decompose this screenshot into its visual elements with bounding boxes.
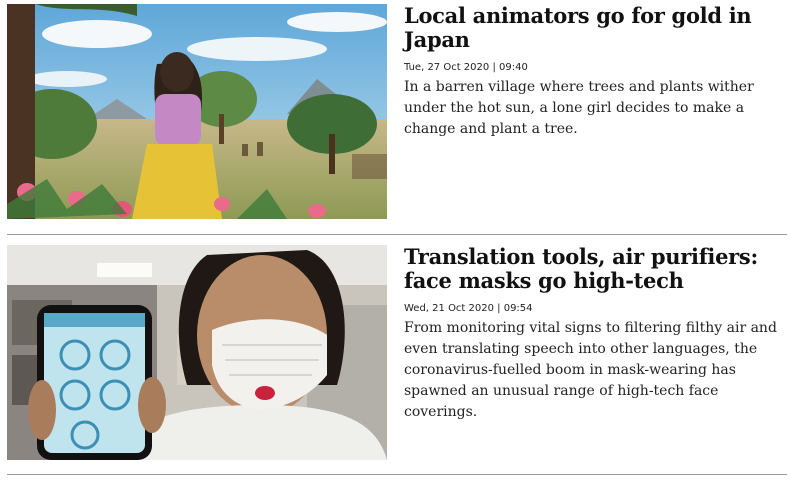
article-date: Wed, 21 Oct 2020 | 09:54 (404, 303, 533, 314)
article-card: Translation tools, air purifiers: face m… (7, 245, 787, 461)
animation-illustration (7, 4, 387, 219)
article-text: Translation tools, air purifiers: face m… (404, 245, 787, 423)
article-card: Local animators go for gold in Japan Tue… (7, 4, 787, 220)
divider (7, 474, 787, 475)
article-summary: In a barren village where trees and plan… (404, 79, 754, 137)
face-mask-photo (7, 245, 387, 460)
divider (7, 234, 787, 235)
article-headline[interactable]: Local animators go for gold in Japan (404, 4, 787, 52)
article-date: Tue, 27 Oct 2020 | 09:40 (404, 62, 528, 73)
article-headline[interactable]: Translation tools, air purifiers: face m… (404, 245, 787, 293)
article-text: Local animators go for gold in Japan Tue… (404, 4, 787, 140)
article-summary: From monitoring vital signs to filtering… (404, 320, 777, 420)
article-thumbnail-face-mask[interactable] (7, 245, 387, 460)
article-thumbnail-animation[interactable] (7, 4, 387, 219)
